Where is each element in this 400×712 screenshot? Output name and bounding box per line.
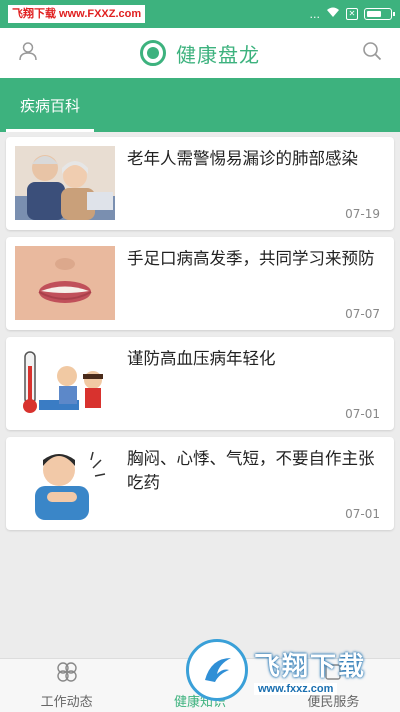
article-thumbnail [15, 446, 115, 520]
wifi-icon [326, 7, 340, 21]
more-dots: ... [309, 7, 321, 21]
app-logo-icon [140, 40, 166, 66]
article-thumbnail [15, 246, 115, 320]
article-card[interactable]: 老年人需警惕易漏诊的肺部感染 07-19 [6, 137, 394, 230]
user-icon[interactable] [18, 41, 38, 65]
article-card[interactable]: 谨防高血压病年轻化 07-01 [6, 337, 394, 430]
article-title: 胸闷、心悸、气短，不要自作主张吃药 [127, 449, 375, 492]
status-icons: ... ✕ [309, 7, 395, 21]
search-icon[interactable] [362, 41, 382, 65]
article-list: 老年人需警惕易漏诊的肺部感染 07-19 手足口病高发季，共同学习来预防 07-… [6, 137, 394, 537]
watermark-main-text: 飞翔下载 [254, 650, 367, 681]
watermark-text: 飞翔下载 www.fxxz.com [254, 646, 366, 695]
battery-icon [364, 8, 395, 20]
watermark-badge: 飞翔下载 www.fxxz.com [186, 634, 390, 706]
watermark-logo-icon [186, 639, 248, 701]
article-title: 谨防高血压病年轻化 [127, 349, 276, 368]
watermark-sub-text: www.fxxz.com [254, 682, 338, 695]
app-header: 健康盘龙 [0, 28, 400, 78]
article-title: 老年人需警惕易漏诊的肺部感染 [127, 149, 358, 168]
tab-active-indicator [6, 129, 94, 132]
clover-icon [56, 661, 78, 687]
article-date: 07-07 [345, 307, 380, 321]
article-date: 07-01 [345, 407, 380, 421]
article-card[interactable]: 手足口病高发季，共同学习来预防 07-07 [6, 237, 394, 330]
nav-label: 工作动态 [40, 695, 93, 710]
article-thumbnail [15, 346, 115, 420]
tab-disease-encyclopedia[interactable]: 疾病百科 [6, 78, 94, 132]
article-date: 07-19 [345, 207, 380, 221]
page-title: 健康盘龙 [176, 42, 260, 67]
sim-icon: ✕ [346, 8, 358, 20]
article-title: 手足口病高发季，共同学习来预防 [127, 249, 375, 268]
header-title-group: 健康盘龙 [140, 39, 260, 68]
article-date: 07-01 [345, 507, 380, 521]
category-tab-bar: 疾病百科 [0, 78, 400, 132]
article-thumbnail [15, 146, 115, 220]
status-bar: 飞翔下载 www.FXXZ.com ... ✕ [0, 0, 400, 28]
nav-item-work-news[interactable]: 工作动态 [0, 659, 133, 712]
article-card[interactable]: 胸闷、心悸、气短，不要自作主张吃药 07-01 [6, 437, 394, 530]
top-watermark: 飞翔下载 www.FXXZ.com [8, 5, 146, 23]
